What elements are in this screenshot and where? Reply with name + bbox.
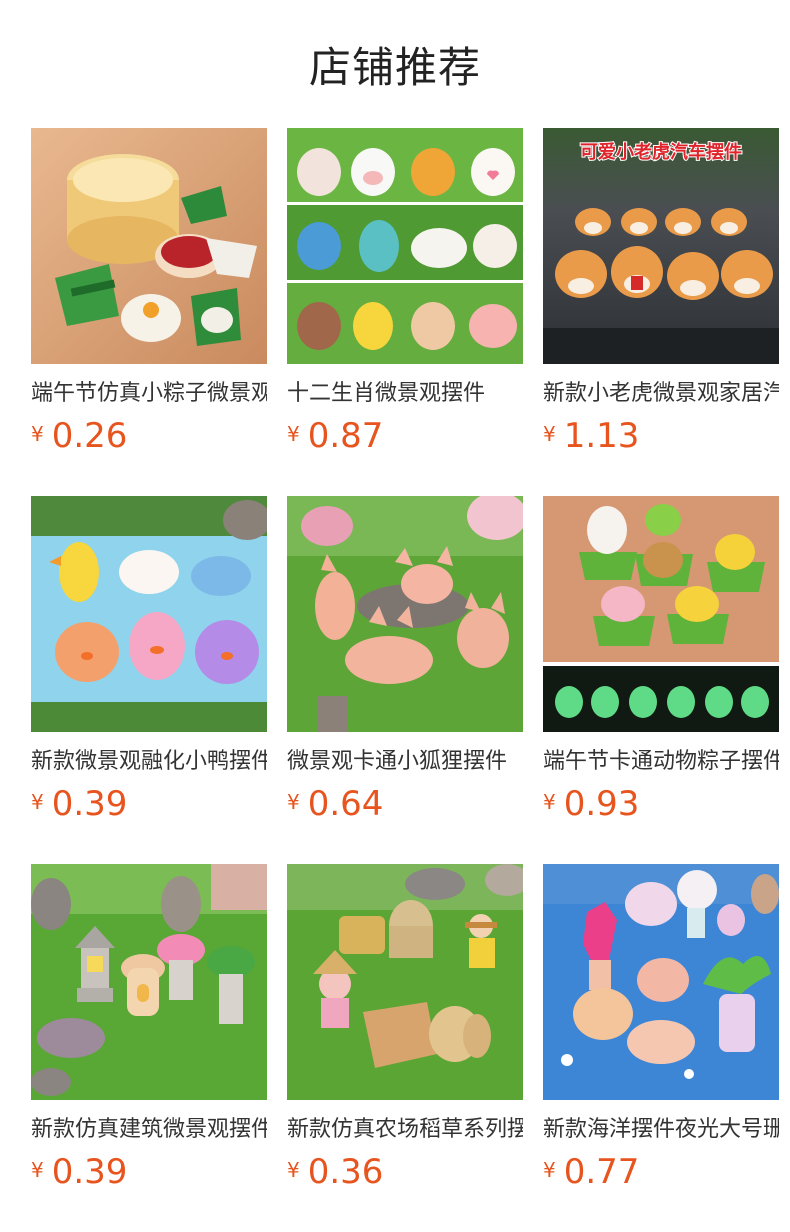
product-card[interactable]: 微景观卡通小狐狸摆件 ¥0.64 xyxy=(287,496,523,836)
price-value: 1.13 xyxy=(563,416,640,456)
currency-symbol: ¥ xyxy=(31,1158,44,1182)
product-price: ¥0.77 xyxy=(543,1152,639,1196)
product-name[interactable]: 新款仿真农场稻草系列摆件 xyxy=(287,1114,523,1146)
product-image-zodiac xyxy=(287,128,523,364)
product-image-farm xyxy=(287,864,523,1100)
product-image[interactable] xyxy=(31,128,267,364)
currency-symbol: ¥ xyxy=(543,1158,556,1182)
product-card[interactable]: 端午节卡通动物粽子摆件 ¥0.93 xyxy=(543,496,779,836)
product-image[interactable]: 可爱小老虎汽车摆件 xyxy=(543,128,779,364)
currency-symbol: ¥ xyxy=(31,790,44,814)
page-title: 店铺推荐 xyxy=(308,43,481,92)
currency-symbol: ¥ xyxy=(287,1158,300,1182)
product-name[interactable]: 十二生肖微景观摆件 xyxy=(287,378,523,410)
product-image-animal-zongzi xyxy=(543,496,779,732)
price-value: 0.93 xyxy=(563,784,640,824)
product-name[interactable]: 端午节仿真小粽子微景观摆件 xyxy=(31,378,267,410)
currency-symbol: ¥ xyxy=(287,422,300,446)
product-image-garden-buildings xyxy=(31,864,267,1100)
product-card[interactable]: 新款仿真农场稻草系列摆件 ¥0.36 xyxy=(287,864,523,1204)
product-price: ¥0.87 xyxy=(287,416,383,460)
product-name[interactable]: 新款微景观融化小鸭摆件 xyxy=(31,746,267,778)
product-price: ¥0.26 xyxy=(31,416,127,460)
product-name[interactable]: 新款海洋摆件夜光大号珊瑚 xyxy=(543,1114,779,1146)
product-price: ¥0.39 xyxy=(31,1152,127,1196)
product-card[interactable]: 新款海洋摆件夜光大号珊瑚 ¥0.77 xyxy=(543,864,779,1204)
product-price: ¥0.64 xyxy=(287,784,383,828)
price-value: 0.39 xyxy=(51,784,128,824)
product-name[interactable]: 端午节卡通动物粽子摆件 xyxy=(543,746,779,778)
currency-symbol: ¥ xyxy=(543,790,556,814)
product-image[interactable] xyxy=(287,128,523,364)
product-image[interactable] xyxy=(31,496,267,732)
product-card[interactable]: 可爱小老虎汽车摆件 新款小老虎微景观家居汽车摆件 ¥1.13 xyxy=(543,128,779,468)
price-value: 0.77 xyxy=(563,1152,640,1192)
product-price: ¥0.36 xyxy=(287,1152,383,1196)
product-card[interactable]: 新款微景观融化小鸭摆件 ¥0.39 xyxy=(31,496,267,836)
product-card[interactable]: 十二生肖微景观摆件 ¥0.87 xyxy=(287,128,523,468)
product-image-zongzi xyxy=(31,128,267,364)
price-value: 0.26 xyxy=(51,416,128,456)
product-card[interactable]: 新款仿真建筑微景观摆件 ¥0.39 xyxy=(31,864,267,1204)
product-price: ¥0.39 xyxy=(31,784,127,828)
product-price: ¥0.93 xyxy=(543,784,639,828)
currency-symbol: ¥ xyxy=(31,422,44,446)
currency-symbol: ¥ xyxy=(287,790,300,814)
product-card[interactable]: 端午节仿真小粽子微景观摆件 ¥0.26 xyxy=(31,128,267,468)
product-image-ducks xyxy=(31,496,267,732)
product-image[interactable] xyxy=(543,496,779,732)
image-caption: 可爱小老虎汽车摆件 xyxy=(580,141,742,163)
price-value: 0.39 xyxy=(51,1152,128,1192)
product-image-tigers: 可爱小老虎汽车摆件 xyxy=(543,128,779,364)
product-image[interactable] xyxy=(31,864,267,1100)
currency-symbol: ¥ xyxy=(543,422,556,446)
product-image-foxes xyxy=(287,496,523,732)
product-name[interactable]: 微景观卡通小狐狸摆件 xyxy=(287,746,523,778)
price-value: 0.87 xyxy=(307,416,384,456)
product-price: ¥1.13 xyxy=(543,416,639,460)
product-image-coral xyxy=(543,864,779,1100)
product-name[interactable]: 新款仿真建筑微景观摆件 xyxy=(31,1114,267,1146)
product-image[interactable] xyxy=(287,864,523,1100)
product-image[interactable] xyxy=(543,864,779,1100)
product-image[interactable] xyxy=(287,496,523,732)
price-value: 0.36 xyxy=(307,1152,384,1192)
product-name[interactable]: 新款小老虎微景观家居汽车摆件 xyxy=(543,378,779,410)
price-value: 0.64 xyxy=(307,784,384,824)
